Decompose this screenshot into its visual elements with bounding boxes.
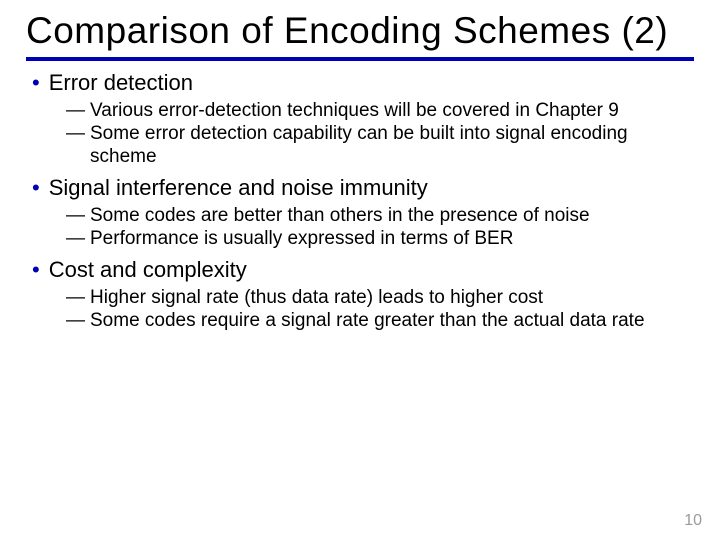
sub-item: — Some codes are better than others in t…: [66, 204, 684, 227]
sub-row: — Some error detection capability can be…: [66, 122, 684, 168]
bullet-icon: •: [32, 256, 40, 284]
list-item: • Cost and complexity — Higher signal ra…: [32, 256, 694, 332]
sub-item: — Performance is usually expressed in te…: [66, 227, 684, 250]
list-item: • Error detection — Various error-detect…: [32, 69, 694, 168]
sub-label: Various error-detection techniques will …: [90, 99, 619, 122]
slide-title: Comparison of Encoding Schemes (2): [26, 10, 694, 51]
bullet-row: • Cost and complexity: [32, 256, 694, 284]
bullet-icon: •: [32, 69, 40, 97]
sub-label: Some error detection capability can be b…: [90, 122, 684, 168]
title-rule: [26, 57, 694, 61]
dash-icon: —: [66, 99, 85, 122]
sub-row: — Performance is usually expressed in te…: [66, 227, 684, 250]
dash-icon: —: [66, 286, 85, 309]
sub-label: Some codes are better than others in the…: [90, 204, 590, 227]
sub-label: Higher signal rate (thus data rate) lead…: [90, 286, 543, 309]
page-number: 10: [684, 512, 702, 530]
slide: Comparison of Encoding Schemes (2) • Err…: [0, 0, 720, 540]
list-item: • Signal interference and noise immunity…: [32, 174, 694, 250]
bullet-icon: •: [32, 174, 40, 202]
dash-icon: —: [66, 309, 85, 332]
bullet-label: Signal interference and noise immunity: [49, 174, 428, 202]
sub-item: — Some codes require a signal rate great…: [66, 309, 684, 332]
bullet-list: • Error detection — Various error-detect…: [26, 69, 694, 332]
dash-icon: —: [66, 227, 85, 250]
bullet-row: • Signal interference and noise immunity: [32, 174, 694, 202]
sub-row: — Some codes require a signal rate great…: [66, 309, 684, 332]
sub-item: — Some error detection capability can be…: [66, 122, 684, 168]
bullet-row: • Error detection: [32, 69, 694, 97]
sub-row: — Higher signal rate (thus data rate) le…: [66, 286, 684, 309]
dash-icon: —: [66, 204, 85, 227]
sub-row: — Various error-detection techniques wil…: [66, 99, 684, 122]
sub-list: — Higher signal rate (thus data rate) le…: [32, 286, 694, 332]
sub-list: — Some codes are better than others in t…: [32, 204, 694, 250]
sub-label: Some codes require a signal rate greater…: [90, 309, 645, 332]
sub-item: — Higher signal rate (thus data rate) le…: [66, 286, 684, 309]
sub-item: — Various error-detection techniques wil…: [66, 99, 684, 122]
sub-label: Performance is usually expressed in term…: [90, 227, 513, 250]
bullet-label: Error detection: [49, 69, 193, 97]
sub-list: — Various error-detection techniques wil…: [32, 99, 694, 169]
dash-icon: —: [66, 122, 85, 145]
sub-row: — Some codes are better than others in t…: [66, 204, 684, 227]
bullet-label: Cost and complexity: [49, 256, 247, 284]
